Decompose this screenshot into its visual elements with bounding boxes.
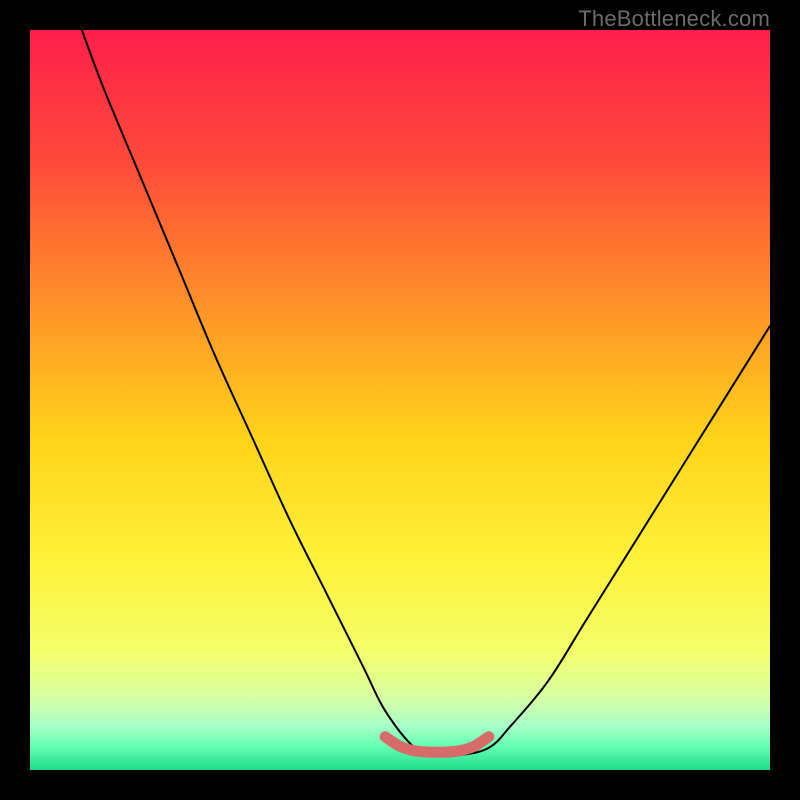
watermark-text: TheBottleneck.com bbox=[578, 6, 770, 32]
chart-curve-layer bbox=[30, 30, 770, 770]
chart-plot-area bbox=[30, 30, 770, 770]
optimal-zone-marker bbox=[385, 737, 489, 753]
bottleneck-curve bbox=[82, 30, 770, 756]
